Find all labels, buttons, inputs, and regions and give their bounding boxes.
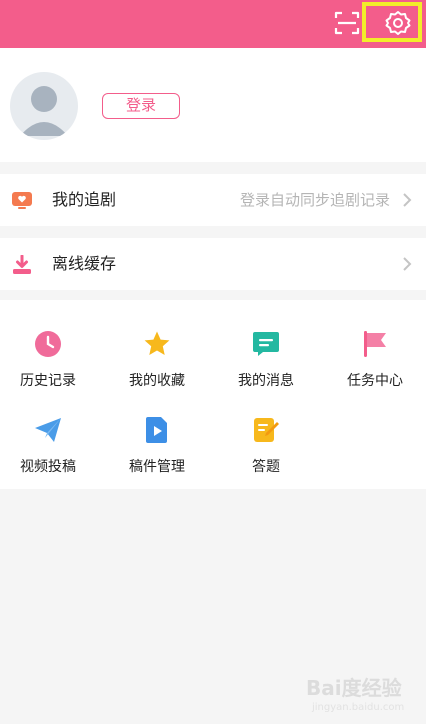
grid-item-quiz[interactable]: 答题 bbox=[218, 416, 314, 488]
grid-item-tasks[interactable]: 任务中心 bbox=[327, 330, 423, 402]
clock-icon bbox=[34, 330, 62, 358]
my-drama-row[interactable]: 我的追剧 登录自动同步追剧记录 bbox=[0, 174, 426, 226]
function-grid: 历史记录 我的收藏 我的消息 任务中心 视频投稿 稿件管理 答题 bbox=[0, 300, 426, 489]
gear-icon[interactable] bbox=[384, 9, 412, 37]
star-icon bbox=[143, 330, 171, 358]
chevron-right-icon bbox=[402, 192, 412, 212]
message-icon bbox=[252, 330, 280, 358]
default-avatar-icon[interactable] bbox=[10, 72, 78, 140]
grid-item-submit-video[interactable]: 视频投稿 bbox=[0, 416, 96, 488]
profile-section: 登录 bbox=[0, 48, 426, 162]
grid-item-label: 视频投稿 bbox=[20, 459, 76, 475]
grid-item-label: 历史记录 bbox=[20, 373, 76, 389]
grid-item-label: 任务中心 bbox=[347, 373, 403, 389]
grid-item-favorites[interactable]: 我的收藏 bbox=[109, 330, 205, 402]
flag-icon bbox=[361, 330, 389, 358]
tv-heart-icon bbox=[12, 191, 32, 211]
download-icon bbox=[12, 254, 32, 275]
my-drama-hint: 登录自动同步追剧记录 bbox=[239, 191, 390, 209]
grid-item-label: 稿件管理 bbox=[129, 459, 185, 475]
grid-item-messages[interactable]: 我的消息 bbox=[218, 330, 314, 402]
offline-cache-row[interactable]: 离线缓存 bbox=[0, 238, 426, 290]
video-file-icon bbox=[143, 416, 171, 444]
offline-cache-title: 离线缓存 bbox=[52, 254, 117, 273]
grid-item-label: 我的收藏 bbox=[129, 373, 185, 389]
grid-item-manage-drafts[interactable]: 稿件管理 bbox=[109, 416, 205, 488]
quiz-pencil-icon bbox=[252, 416, 280, 444]
my-drama-title: 我的追剧 bbox=[52, 190, 117, 209]
chevron-right-icon bbox=[402, 256, 412, 276]
watermark: Bai度经验 jingyan.baidu.com bbox=[306, 672, 416, 716]
paper-plane-icon bbox=[34, 416, 62, 444]
scan-icon[interactable] bbox=[333, 9, 361, 37]
grid-item-label: 答题 bbox=[252, 459, 280, 475]
grid-item-history[interactable]: 历史记录 bbox=[0, 330, 96, 402]
watermark-url: jingyan.baidu.com bbox=[312, 702, 405, 713]
login-button[interactable]: 登录 bbox=[102, 93, 180, 119]
watermark-logo: Bai度经验 bbox=[306, 676, 402, 700]
grid-item-label: 我的消息 bbox=[238, 373, 294, 389]
